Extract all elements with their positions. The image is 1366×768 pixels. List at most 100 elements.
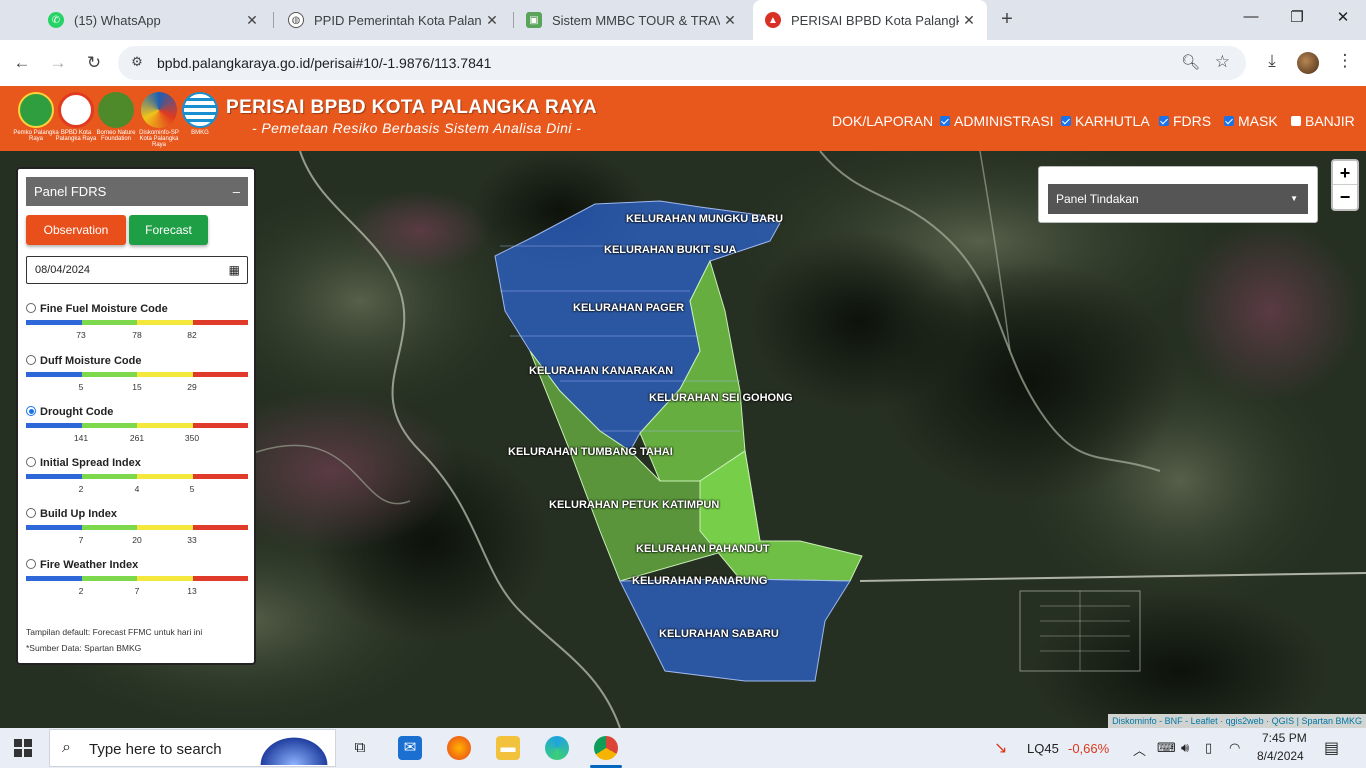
collapse-icon[interactable]: – xyxy=(233,177,240,206)
bookmark-star-icon[interactable]: ☆ xyxy=(1215,52,1230,72)
checkbox-icon[interactable] xyxy=(1061,116,1071,126)
volume-icon[interactable]: 🔊︎ xyxy=(1181,740,1189,756)
clock-date[interactable]: 8/4/2024 xyxy=(1257,749,1304,763)
radio-button[interactable] xyxy=(26,559,36,569)
nav-dok-laporan[interactable]: DOK/LAPORAN xyxy=(832,113,933,129)
bnf-logo xyxy=(98,92,134,128)
close-tab-icon[interactable]: ✕ xyxy=(959,12,979,29)
site-header: Pemko Palangka Raya BPBD Kota Palangka R… xyxy=(0,86,1366,151)
radio-button-selected[interactable] xyxy=(26,406,36,416)
tab-ppid[interactable]: ◍ PPID Pemerintah Kota Palangka ✕ xyxy=(276,6,510,34)
wifi-icon[interactable]: ◠ xyxy=(1229,740,1240,756)
index-option-dmc[interactable]: Duff Moisture Code 5 15 29 xyxy=(26,355,248,403)
new-tab-button[interactable]: + xyxy=(996,8,1018,30)
tab-title: Sistem MMBC TOUR & TRAVEL xyxy=(552,12,720,28)
taskbar-search[interactable]: ⌕ Type here to search xyxy=(49,729,336,767)
index-option-bui[interactable]: Build Up Index 7 20 33 xyxy=(26,508,248,556)
kelurahan-label[interactable]: KELURAHAN PANARUNG xyxy=(632,575,767,587)
chevron-up-icon[interactable]: ︿ xyxy=(1133,740,1146,759)
observation-button[interactable]: Observation xyxy=(26,215,126,245)
kelurahan-label[interactable]: KELURAHAN PAGER xyxy=(573,302,684,314)
tab-whatsapp[interactable]: ✆ (15) WhatsApp ✕ xyxy=(36,6,270,34)
back-icon[interactable]: ← xyxy=(10,51,34,75)
scale-tick: 7 xyxy=(78,535,84,545)
index-option-ffmc[interactable]: Fine Fuel Moisture Code 73 78 82 xyxy=(26,303,248,351)
radio-button[interactable] xyxy=(26,508,36,518)
file-explorer-icon[interactable]: ▬ xyxy=(496,736,520,760)
mail-icon[interactable]: ✉ xyxy=(398,736,422,760)
scale-tick: 73 xyxy=(76,330,86,340)
stock-chart-icon[interactable]: ↘ xyxy=(994,738,1007,758)
profile-avatar[interactable] xyxy=(1297,52,1319,74)
layer-toggle-karhutla[interactable]: KARHUTLA xyxy=(1061,113,1150,129)
keyboard-icon[interactable]: ⌨ xyxy=(1157,740,1176,756)
index-option-fwi[interactable]: Fire Weather Index 2 7 13 xyxy=(26,559,248,607)
layer-toggle-fdrs[interactable]: FDRS xyxy=(1159,113,1211,129)
tab-mmbc[interactable]: ▣ Sistem MMBC TOUR & TRAVEL ✕ xyxy=(514,6,748,34)
kelurahan-label[interactable]: KELURAHAN MUNGKU BARU xyxy=(626,213,783,225)
notification-icon[interactable]: ▤ xyxy=(1324,738,1339,758)
battery-icon[interactable]: ▯ xyxy=(1205,740,1212,756)
radio-button[interactable] xyxy=(26,457,36,467)
index-option-isi[interactable]: Initial Spread Index 2 4 5 xyxy=(26,457,248,505)
scale-tick: 141 xyxy=(73,433,89,443)
zoom-icon[interactable]: 🔍︎ xyxy=(1181,53,1200,71)
checkbox-icon[interactable] xyxy=(1291,116,1301,126)
kelurahan-label[interactable]: KELURAHAN BUKIT SUA xyxy=(604,244,737,256)
kelurahan-label[interactable]: KELURAHAN SABARU xyxy=(659,628,779,640)
index-name: Initial Spread Index xyxy=(40,457,141,469)
panel-fdrs-header[interactable]: Panel FDRS – xyxy=(26,177,248,206)
kelurahan-label[interactable]: KELURAHAN SEI GOHONG xyxy=(649,392,793,404)
app-icon: ▣ xyxy=(526,12,542,28)
reload-icon[interactable]: ↻ xyxy=(82,51,106,75)
layer-toggle-banjir[interactable]: BANJIR xyxy=(1291,113,1355,129)
restore-icon[interactable]: ❐ xyxy=(1287,8,1307,26)
download-icon[interactable]: ⤓ xyxy=(1260,51,1284,71)
select-label: Panel Tindakan xyxy=(1056,192,1139,206)
radio-button[interactable] xyxy=(26,355,36,365)
edge-icon[interactable] xyxy=(545,736,569,760)
kelurahan-label[interactable]: KELURAHAN TUMBANG TAHAI xyxy=(508,446,673,458)
clock-time[interactable]: 7:45 PM xyxy=(1262,731,1307,745)
kelurahan-label[interactable]: KELURAHAN KANARAKAN xyxy=(529,365,673,377)
windows-start-icon[interactable] xyxy=(14,739,32,757)
close-window-icon[interactable]: ✕ xyxy=(1333,8,1353,26)
map-view[interactable]: KELURAHAN MUNGKU BARU KELURAHAN BUKIT SU… xyxy=(0,151,1366,728)
forward-icon[interactable]: → xyxy=(46,51,70,75)
index-option-dc[interactable]: Drought Code 141 261 350 xyxy=(26,406,248,454)
close-tab-icon[interactable]: ✕ xyxy=(242,12,262,29)
minimize-icon[interactable]: — xyxy=(1241,8,1261,25)
chrome-icon[interactable] xyxy=(594,736,618,760)
close-tab-icon[interactable]: ✕ xyxy=(720,12,740,29)
menu-kebab-icon[interactable]: ⋮ xyxy=(1333,51,1357,71)
calendar-icon[interactable]: ▦ xyxy=(229,257,240,283)
date-input[interactable]: 08/04/2024 ▦ xyxy=(26,256,248,284)
color-scale xyxy=(26,474,248,479)
checkbox-icon[interactable] xyxy=(1224,116,1234,126)
zoom-in-button[interactable]: + xyxy=(1333,161,1357,185)
kelurahan-label[interactable]: KELURAHAN PETUK KATIMPUN xyxy=(549,499,719,511)
site-info-icon[interactable]: ⚙ xyxy=(128,54,146,72)
stock-change[interactable]: -0,66% xyxy=(1068,741,1109,756)
stock-name[interactable]: LQ45 xyxy=(1027,741,1059,756)
panel-tindakan-select[interactable]: Panel Tindakan ▼ xyxy=(1048,184,1308,214)
checkbox-icon[interactable] xyxy=(1159,116,1169,126)
firefox-icon[interactable] xyxy=(447,736,471,760)
url-text[interactable]: bpbd.palangkaraya.go.id/perisai#10/-1.98… xyxy=(157,55,491,71)
tab-perisai[interactable]: ▲ PERISAI BPBD Kota Palangka Ra ✕ xyxy=(753,0,987,40)
task-view-icon[interactable]: ⧉ xyxy=(348,736,372,760)
map-attribution[interactable]: Diskominfo - BNF - Leaflet · qgis2web · … xyxy=(1108,714,1366,728)
kelurahan-label[interactable]: KELURAHAN PAHANDUT xyxy=(636,543,770,555)
radio-button[interactable] xyxy=(26,303,36,313)
zoom-out-button[interactable]: − xyxy=(1333,185,1357,209)
close-tab-icon[interactable]: ✕ xyxy=(482,12,502,29)
layer-toggle-administrasi[interactable]: ADMINISTRASI xyxy=(940,113,1054,129)
layer-toggle-mask[interactable]: MASK xyxy=(1224,113,1278,129)
scale-tick: 7 xyxy=(134,586,140,596)
checkbox-icon[interactable] xyxy=(940,116,950,126)
layer-label: MASK xyxy=(1238,113,1278,129)
address-bar[interactable]: ⚙ bpbd.palangkaraya.go.id/perisai#10/-1.… xyxy=(118,46,1246,80)
forecast-button[interactable]: Forecast xyxy=(129,215,208,245)
tab-title: PERISAI BPBD Kota Palangka Ra xyxy=(791,12,959,28)
date-value: 08/04/2024 xyxy=(35,264,91,276)
